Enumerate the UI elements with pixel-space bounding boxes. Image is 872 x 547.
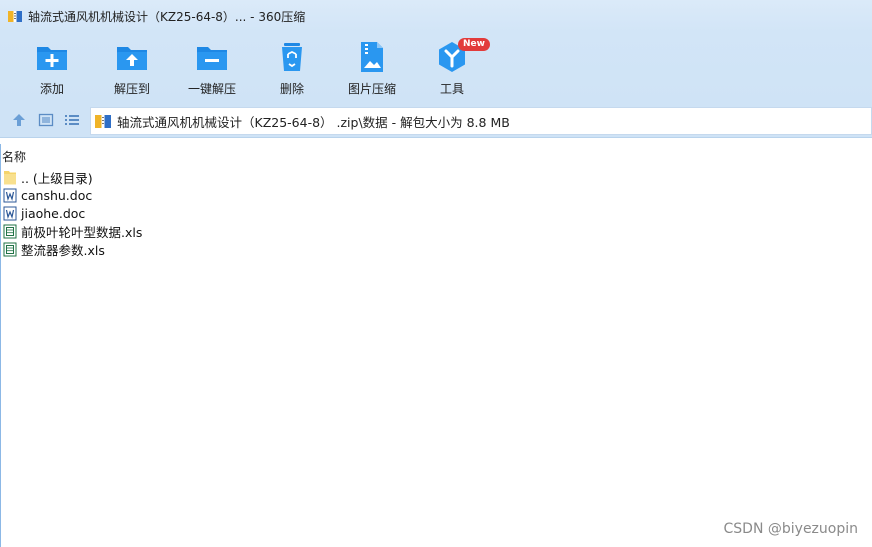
add-folder-icon xyxy=(37,47,67,70)
file-name: .. (上级目录) xyxy=(21,170,93,186)
delete-label: 删除 xyxy=(279,82,304,96)
file-list: .. (上级目录) canshu.doc jiaohe.doc 前极叶轮叶型数据… xyxy=(0,168,872,258)
title-bar: 轴流式通风机机械设计（KZ25-64-8）... - 360压缩 xyxy=(0,0,872,32)
add-label: 添加 xyxy=(39,82,64,96)
file-name: jiaohe.doc xyxy=(21,205,86,221)
file-name: 前极叶轮叶型数据.xls xyxy=(21,224,143,240)
address-bar-row: 轴流式通风机机械设计（KZ25-64-8） .zip\数据 - 解包大小为 8.… xyxy=(0,102,872,138)
extract-to-button[interactable]: 解压到 xyxy=(92,38,172,98)
one-click-extract-icon xyxy=(197,47,227,70)
column-header-name[interactable]: 名称 xyxy=(2,148,26,165)
list-item[interactable]: jiaohe.doc xyxy=(0,204,872,222)
thumbnail-view-icon[interactable] xyxy=(38,112,54,128)
extract-to-label: 解压到 xyxy=(113,82,150,96)
folder-icon xyxy=(4,170,16,184)
toolbar: 添加 解压到 一键解压 删除 图片压缩 New 工具 xyxy=(0,32,872,102)
list-item[interactable]: canshu.doc xyxy=(0,186,872,204)
new-badge: New xyxy=(458,38,490,51)
add-button[interactable]: 添加 xyxy=(12,38,92,98)
window-title: 轴流式通风机机械设计（KZ25-64-8）... - 360压缩 xyxy=(28,9,306,24)
zip-archive-icon xyxy=(95,115,111,128)
address-field[interactable]: 轴流式通风机机械设计（KZ25-64-8） .zip\数据 - 解包大小为 8.… xyxy=(90,107,872,135)
image-compress-button[interactable]: 图片压缩 xyxy=(332,38,412,98)
address-path: 轴流式通风机机械设计（KZ25-64-8） .zip\数据 - 解包大小为 8.… xyxy=(117,114,510,130)
archive-app-icon xyxy=(8,11,22,22)
recycle-delete-icon xyxy=(282,43,302,71)
list-item[interactable]: .. (上级目录) xyxy=(0,168,872,186)
one-click-extract-label: 一键解压 xyxy=(187,82,236,96)
file-name: 整流器参数.xls xyxy=(21,242,105,258)
one-click-extract-button[interactable]: 一键解压 xyxy=(172,38,252,98)
list-item[interactable]: 整流器参数.xls xyxy=(0,240,872,258)
extract-to-icon xyxy=(117,47,147,70)
list-view-icon[interactable] xyxy=(64,112,80,128)
word-doc-icon xyxy=(3,206,17,220)
excel-sheet-icon xyxy=(3,224,17,238)
word-doc-icon xyxy=(3,188,17,202)
image-compress-icon xyxy=(361,42,383,72)
tools-button[interactable]: New 工具 xyxy=(412,38,492,98)
list-item[interactable]: 前极叶轮叶型数据.xls xyxy=(0,222,872,240)
image-compress-label: 图片压缩 xyxy=(347,82,396,96)
list-header: 名称 xyxy=(0,144,872,166)
excel-sheet-icon xyxy=(3,242,17,256)
file-name: canshu.doc xyxy=(21,187,93,203)
watermark-text: CSDN @biyezuopin xyxy=(723,521,858,537)
tools-label: 工具 xyxy=(439,82,464,96)
up-arrow-icon[interactable] xyxy=(11,112,27,128)
delete-button[interactable]: 删除 xyxy=(252,38,332,98)
